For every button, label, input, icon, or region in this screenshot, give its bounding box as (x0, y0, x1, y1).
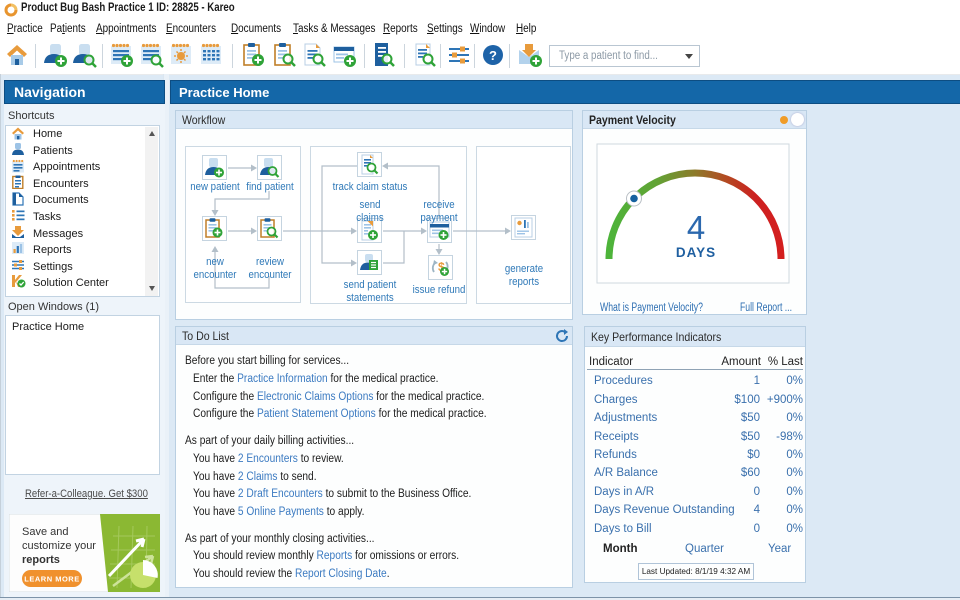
svg-text:Save and: Save and (22, 526, 68, 538)
svg-text:customize your: customize your (22, 540, 96, 552)
svg-text:reports: reports (22, 554, 60, 566)
svg-text:4: 4 (687, 209, 705, 246)
svg-text:LEARN MORE: LEARN MORE (24, 575, 79, 584)
svg-text:What is Payment Velocity?: What is Payment Velocity? (600, 302, 703, 314)
svg-text:Full Report ...: Full Report ... (740, 302, 792, 314)
svg-text:?: ? (489, 48, 497, 63)
svg-text:DAYS: DAYS (676, 245, 716, 260)
